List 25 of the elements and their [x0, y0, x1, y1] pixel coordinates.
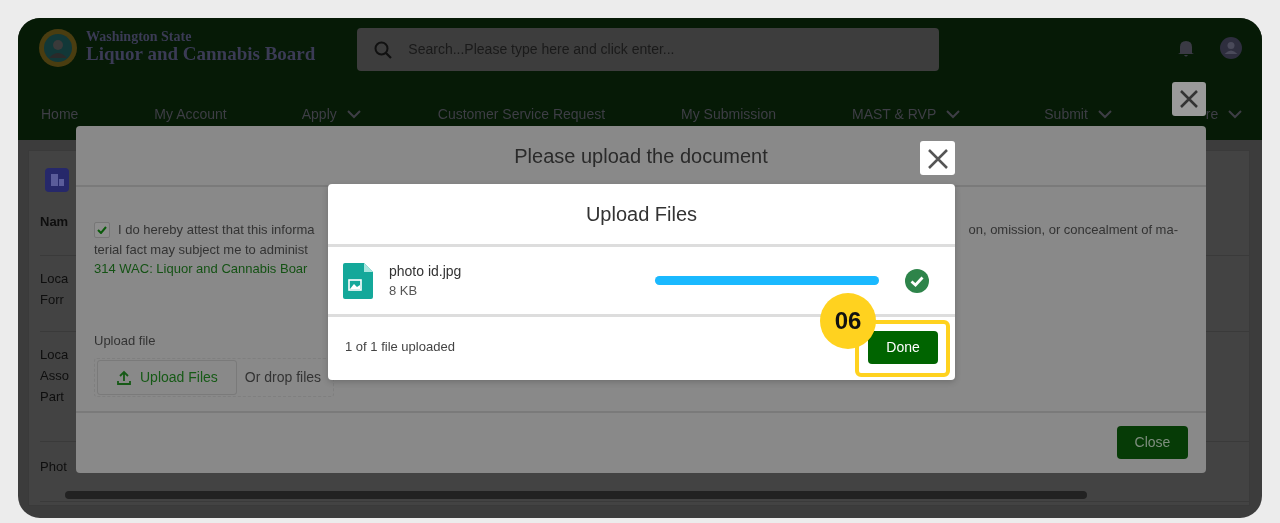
nav-item[interactable]: My Submission — [681, 103, 776, 125]
dialog-title: Upload Files — [585, 202, 698, 227]
regulation-link[interactable]: 314 WAC: Liquor and Cannabis Boar — [94, 261, 308, 276]
nav-item[interactable]: Home — [41, 103, 79, 125]
attest-text: terial fact may subject me to administ — [94, 240, 309, 259]
close-button[interactable]: Close — [1117, 425, 1188, 459]
nav-item[interactable]: Apply — [301, 103, 361, 125]
upload-status: 1 of 1 file uploaded — [345, 338, 455, 357]
attest-text: on, omission, or concealment of ma- — [968, 221, 1178, 239]
nav-item[interactable]: re — [1205, 103, 1243, 125]
dialog-title: Please upload the document — [514, 143, 768, 169]
drop-zone[interactable]: Upload Files Or drop files — [94, 358, 334, 397]
logo-subtitle: Washington State — [86, 30, 193, 44]
nav-item[interactable]: Customer Service Request — [437, 103, 606, 125]
nav-item[interactable]: MAST & RVP — [852, 103, 961, 125]
logo-title: Liquor and Cannabis Board — [86, 44, 316, 65]
attest-text: I do hereby attest that this informa — [118, 221, 315, 239]
drop-text: Or drop files — [244, 368, 322, 387]
upload-files-button[interactable]: Upload Files — [97, 360, 237, 395]
file-size: 8 KB — [389, 281, 418, 300]
file-name: photo id.jpg — [389, 261, 462, 281]
upload-label: Upload file — [94, 331, 156, 350]
done-button[interactable]: Done — [868, 330, 938, 364]
nav-item[interactable]: My Account — [154, 103, 227, 125]
nav-item[interactable]: Submit — [1044, 103, 1112, 125]
